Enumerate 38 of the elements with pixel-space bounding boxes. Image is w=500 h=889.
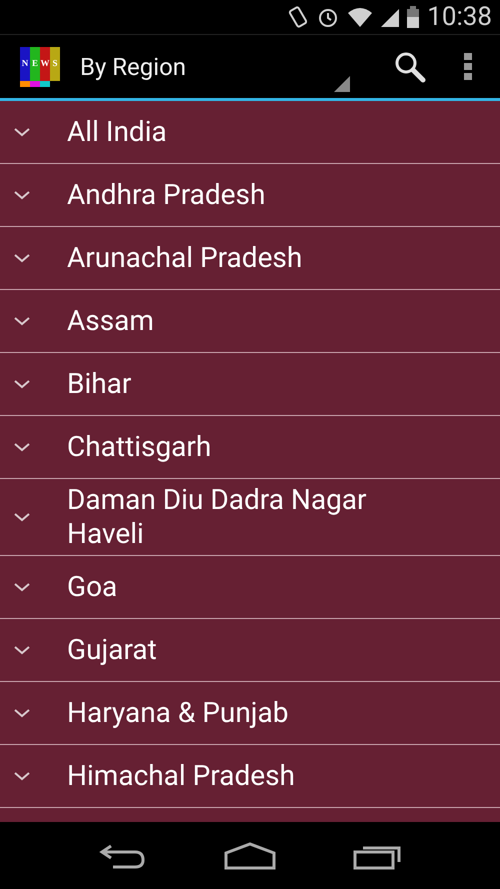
status-time: 10:38 [427,0,492,34]
alarm-icon [317,6,340,28]
region-name: Himachal Pradesh [67,759,295,793]
dropdown-corner-icon [334,76,350,92]
region-row[interactable]: Chattisgarh [0,416,500,479]
wifi-icon [347,7,374,27]
region-name: Assam [67,304,154,338]
region-name: Arunachal Pradesh [67,241,302,275]
region-name: Chattisgarh [67,430,212,464]
region-row[interactable]: Andhra Pradesh [0,164,500,227]
logo-letter: S [50,46,60,80]
region-row[interactable]: Bihar [0,353,500,416]
region-name: Goa [67,570,118,604]
region-name: Haryana & Punjab [67,696,288,730]
region-name: Daman Diu Dadra Nagar Haveli [67,483,368,551]
region-row[interactable]: Himachal Pradesh [0,745,500,808]
search-icon[interactable] [394,50,426,82]
region-dropdown[interactable]: By Region [80,36,350,96]
region-row[interactable]: Goa [0,556,500,619]
region-row[interactable]: Gujarat [0,619,500,682]
logo-letter: E [30,46,40,80]
region-name: Bihar [67,367,132,401]
region-row[interactable]: Daman Diu Dadra Nagar Haveli [0,479,500,556]
region-name: Gujarat [67,633,157,667]
region-name: All India [67,115,167,149]
signal-icon [381,7,400,27]
region-row[interactable]: Arunachal Pradesh [0,227,500,290]
battery-icon [407,6,420,28]
overflow-menu-icon[interactable] [464,52,472,80]
region-row[interactable]: All India [0,101,500,164]
region-row[interactable]: Assam [0,290,500,353]
logo-letter: W [40,46,50,80]
region-name: Andhra Pradesh [67,178,266,212]
region-row[interactable]: Haryana & Punjab [0,682,500,745]
vibrate-icon [287,5,310,29]
home-icon[interactable] [224,842,276,870]
logo-letter: N [20,46,30,80]
app-logo[interactable]: N E W S [20,46,60,86]
